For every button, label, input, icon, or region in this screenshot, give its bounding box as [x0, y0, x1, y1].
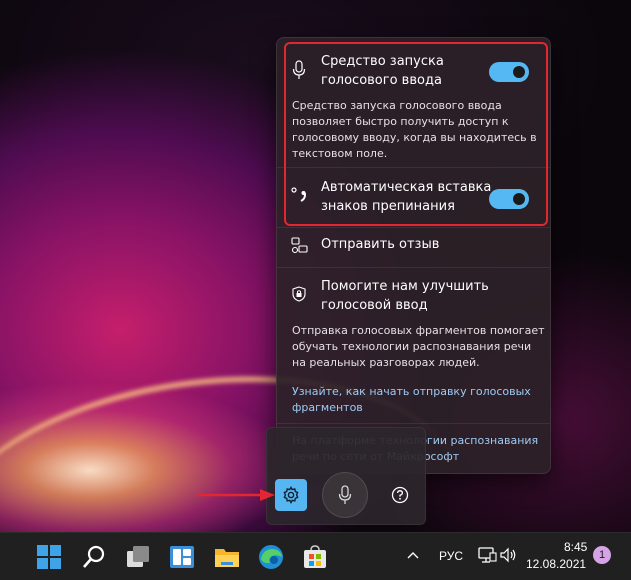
launcher-title: Средство запуска голосового ввода [321, 52, 444, 90]
auto-punctuation-title: Автоматическая вставка знаков препинания [321, 178, 491, 216]
launcher-description-line: текстовом поле. [292, 147, 388, 160]
network-icon[interactable] [477, 546, 497, 564]
gear-icon [283, 486, 299, 504]
launcher-title-line-2: голосового ввода [321, 73, 442, 88]
red-arrow-annotation [198, 489, 275, 501]
help-icon [391, 486, 409, 504]
auto-punctuation-title-line-1: Автоматическая вставка [321, 180, 492, 195]
settings-button[interactable] [275, 479, 307, 511]
voice-typing-settings-flyout: Средство запуска голосового ввода Средст… [276, 37, 551, 474]
clock-date: 12.08.2021 [526, 557, 587, 571]
link-line: фрагментов [292, 401, 363, 414]
toggle-knob [513, 66, 525, 78]
microphone-button[interactable] [322, 472, 368, 518]
file-explorer-icon[interactable] [213, 543, 241, 571]
launcher-description-line: голосовому вводу, когда вы находитесь в [292, 131, 537, 144]
launcher-description: Средство запуска голосового ввода позвол… [292, 98, 537, 162]
task-view-icon[interactable] [124, 543, 152, 571]
feedback-icon [291, 237, 308, 254]
edge-browser-icon[interactable] [257, 543, 285, 571]
launcher-description-line: позволяет быстро получить доступ к [292, 115, 509, 128]
microphone-icon [338, 485, 352, 504]
send-feedback-item[interactable]: Отправить отзыв [277, 228, 550, 268]
improve-description-line: Отправка голосовых фрагментов помогает [292, 324, 545, 337]
launcher-description-line: Средство запуска голосового ввода [292, 99, 502, 112]
notification-count-badge[interactable]: 1 [593, 546, 611, 564]
launcher-toggle[interactable] [489, 62, 529, 82]
launcher-title-line-1: Средство запуска [321, 54, 444, 69]
volume-icon[interactable] [499, 547, 517, 563]
punctuation-icon [291, 187, 307, 202]
auto-punctuation-title-line-2: знаков препинания [321, 199, 455, 214]
send-feedback-label: Отправить отзыв [321, 237, 440, 252]
clock-time: 8:45 [564, 540, 588, 554]
microphone-icon [292, 60, 306, 79]
chevron-up-icon[interactable] [406, 549, 420, 563]
start-windows-icon[interactable] [35, 543, 63, 571]
improve-description: Отправка голосовых фрагментов помогает о… [292, 323, 545, 371]
microsoft-store-icon[interactable] [301, 543, 329, 571]
learn-send-voice-clips-link[interactable]: Узнайте, как начать отправку голосовых ф… [292, 384, 531, 416]
search-icon[interactable] [80, 543, 108, 571]
divider [277, 423, 550, 424]
divider [277, 167, 550, 168]
improve-title-line-2: голосовой ввод [321, 298, 428, 313]
auto-punctuation-toggle[interactable] [489, 189, 529, 209]
improve-title-line-1: Помогите нам улучшить [321, 279, 489, 294]
widgets-icon[interactable] [168, 543, 196, 571]
shield-lock-icon [292, 286, 306, 302]
help-button[interactable] [386, 481, 414, 509]
toggle-knob [513, 193, 525, 205]
divider [277, 267, 550, 268]
input-language-indicator[interactable]: РУС [439, 549, 463, 563]
improve-description-line: на реальных разговорах людей. [292, 356, 480, 369]
link-line: Узнайте, как начать отправку голосовых [292, 385, 531, 398]
improve-description-line: обучать технологии распознавания речи [292, 340, 532, 353]
improve-title: Помогите нам улучшить голосовой ввод [321, 277, 489, 315]
